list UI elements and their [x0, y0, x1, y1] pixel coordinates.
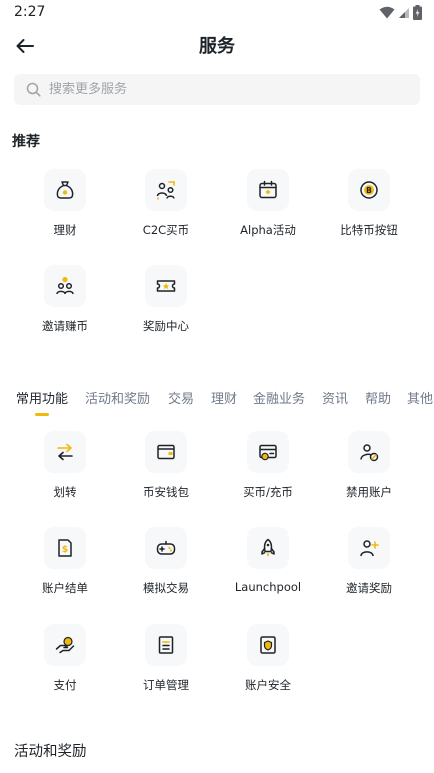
recommended-item-invite-earn[interactable]: 邀请赚币: [15, 265, 115, 334]
common-item-account-statement[interactable]: $ 账户结单: [15, 527, 115, 596]
cell-signal-icon: [399, 7, 409, 18]
common-item-disable-account[interactable]: 禁用账户: [319, 431, 419, 500]
ticket-icon: [156, 280, 176, 292]
item-label: 支付: [53, 678, 77, 692]
item-label: 理财: [53, 223, 77, 237]
tab-help[interactable]: 帮助: [365, 388, 391, 407]
security-icon: [260, 636, 276, 654]
icon-tile: [145, 265, 187, 307]
icon-tile: [145, 169, 187, 211]
item-label: 邀请赚币: [42, 319, 88, 333]
page-title: 服务: [199, 36, 235, 57]
item-label: 划转: [53, 485, 77, 499]
icon-tile: [145, 431, 187, 473]
item-label: 订单管理: [143, 678, 189, 692]
invite-reward-icon: [360, 540, 379, 557]
item-label: C2C买币: [142, 223, 190, 237]
icon-tile: [348, 431, 390, 473]
wallet-icon: [157, 444, 175, 460]
section-title-recommended: 推荐: [12, 134, 40, 150]
transfer-icon: [57, 443, 73, 461]
users-exchange-icon: [156, 181, 175, 200]
item-label: 禁用账户: [346, 485, 392, 499]
battery-icon: [413, 5, 422, 20]
icon-tile: [44, 431, 86, 473]
search-icon: [26, 82, 41, 97]
icon-tile: [247, 624, 289, 666]
statement-icon: $: [58, 539, 72, 557]
recommended-item-bitcoin-button[interactable]: B 比特币按钮: [319, 169, 419, 238]
common-item-account-security[interactable]: 账户安全: [218, 624, 318, 693]
common-item-demo-trading[interactable]: 模拟交易: [116, 527, 216, 596]
item-label: 比特币按钮: [340, 223, 398, 237]
status-bar: 2:27: [0, 0, 434, 26]
common-item-order-management[interactable]: 订单管理: [116, 624, 216, 693]
common-item-buy-deposit[interactable]: 买币/充币: [218, 431, 318, 500]
icon-tile: B: [348, 169, 390, 211]
payment-icon: [55, 636, 75, 654]
section-title-activities-rewards: 活动和奖励: [14, 744, 87, 760]
icon-tile: $: [44, 527, 86, 569]
header: 服务: [0, 26, 434, 66]
item-label: 奖励中心: [143, 319, 189, 333]
status-time: 2:27: [14, 4, 46, 20]
rocket-icon: [261, 538, 275, 557]
money-bag-icon: [56, 181, 74, 199]
tab-others[interactable]: 其他: [407, 388, 433, 407]
item-label: Alpha活动: [240, 223, 296, 237]
item-label: 账户安全: [245, 678, 291, 692]
common-item-payment[interactable]: 支付: [15, 624, 115, 693]
search-box[interactable]: [14, 74, 420, 105]
recommended-item-earn[interactable]: 理财: [15, 169, 115, 238]
item-label: 邀请奖励: [346, 581, 392, 595]
gamepad-icon: [156, 540, 176, 555]
icon-tile: [44, 265, 86, 307]
icon-tile: [145, 527, 187, 569]
invite-earn-icon: [56, 276, 74, 295]
common-item-transfer[interactable]: 划转: [15, 431, 115, 500]
buy-deposit-icon: [259, 444, 277, 461]
common-item-launchpool[interactable]: Launchpool: [218, 527, 318, 594]
tab-financial-services[interactable]: 金融业务: [253, 388, 305, 407]
recommended-item-alpha[interactable]: Alpha活动: [218, 169, 318, 238]
disable-account-icon: [360, 444, 379, 462]
wifi-icon: [379, 6, 395, 19]
icon-tile: [247, 169, 289, 211]
icon-tile: [145, 624, 187, 666]
common-item-binance-wallet[interactable]: 币安钱包: [116, 431, 216, 500]
tab-news[interactable]: 资讯: [322, 388, 348, 407]
icon-tile: [44, 169, 86, 211]
calendar-icon: [259, 180, 277, 199]
item-label: 账户结单: [42, 581, 88, 595]
order-list-icon: [158, 636, 174, 654]
search-input[interactable]: [49, 82, 389, 97]
tab-earn[interactable]: 理财: [211, 388, 237, 407]
status-icons: [379, 5, 422, 20]
category-tabs: 常用功能 活动和奖励 交易 理财 金融业务 资讯 帮助 其他: [0, 384, 434, 420]
item-label: 币安钱包: [143, 485, 189, 499]
icon-tile: [348, 527, 390, 569]
common-item-invite-reward[interactable]: 邀请奖励: [319, 527, 419, 596]
icon-tile: [44, 624, 86, 666]
icon-tile: [247, 431, 289, 473]
tab-trade[interactable]: 交易: [168, 388, 194, 407]
bitcoin-icon: B: [360, 181, 378, 199]
tab-active-indicator: [35, 413, 49, 416]
icon-tile: [247, 527, 289, 569]
item-label: Launchpool: [234, 580, 302, 594]
recommended-item-c2c[interactable]: C2C买币: [116, 169, 216, 238]
item-label: 模拟交易: [143, 581, 189, 595]
item-label: 买币/充币: [243, 485, 293, 499]
svg-text:$: $: [62, 545, 68, 555]
recommended-item-rewards-center[interactable]: 奖励中心: [116, 265, 216, 334]
tab-common-functions[interactable]: 常用功能: [16, 388, 68, 407]
tab-activities-rewards[interactable]: 活动和奖励: [85, 388, 150, 407]
svg-text:B: B: [366, 186, 372, 195]
